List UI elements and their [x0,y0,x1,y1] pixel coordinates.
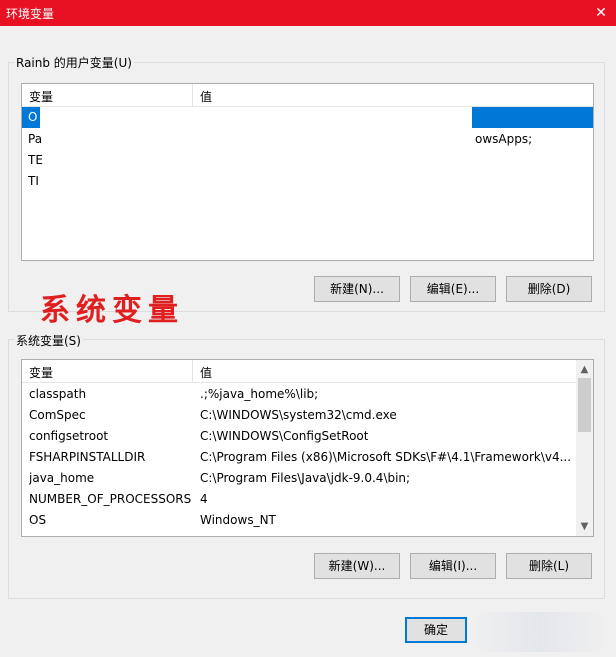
system-edit-button[interactable]: 编辑(I)... [410,553,496,579]
var-value: 4 [200,492,208,506]
system-vars-list[interactable]: 变量 值 classpath .;%java_home%\lib; ComSpe… [21,359,594,537]
title-bar: 环境变量 ✕ [0,0,616,26]
system-new-button[interactable]: 新建(W)... [314,553,400,579]
list-item[interactable]: Pa owsApps; [22,129,593,150]
redacted-region [40,107,472,128]
table-row[interactable]: ComSpec C:\WINDOWS\system32\cmd.exe [22,405,576,426]
var-name: TE [28,153,43,167]
table-row[interactable]: OS Windows_NT [22,510,576,531]
col-header-variable[interactable]: 变量 [29,88,53,105]
table-row[interactable]: NUMBER_OF_PROCESSORS 4 [22,489,576,510]
var-name: TI [28,174,39,188]
annotation-text: 系统变量 [40,293,184,328]
table-row[interactable]: classpath .;%java_home%\lib; [22,384,576,405]
var-name: NUMBER_OF_PROCESSORS [29,492,192,506]
window-title: 环境变量 [6,7,55,21]
scroll-thumb[interactable] [578,378,591,432]
table-row[interactable]: FSHARPINSTALLDIR C:\Program Files (x86)\… [22,447,576,468]
close-icon[interactable]: ✕ [590,2,612,24]
list-item[interactable]: TE [22,150,593,171]
var-name: java_home [29,471,95,485]
var-value: owsApps; [475,132,533,146]
var-value: .;%java_home%\lib; [200,387,319,401]
col-header-variable[interactable]: 变量 [29,364,53,381]
ok-button[interactable]: 确定 [405,617,467,643]
var-name: O [28,110,38,124]
var-value: C:\WINDOWS\system32\cmd.exe [200,408,397,422]
scroll-down-icon[interactable]: ▼ [576,521,593,532]
col-header-value[interactable]: 值 [200,88,212,105]
table-row[interactable]: java_home C:\Program Files\Java\jdk-9.0.… [22,468,576,489]
col-header-value[interactable]: 值 [200,364,212,381]
user-delete-button[interactable]: 删除(D) [506,276,592,302]
list-item[interactable]: TI [22,171,593,192]
user-vars-list[interactable]: 变量 值 O Pa owsApps; TE TI [21,83,594,261]
vertical-scrollbar[interactable]: ▲ ▼ [576,360,593,536]
var-name: FSHARPINSTALLDIR [29,450,146,464]
var-name: classpath [29,387,87,401]
var-value: Windows_NT [200,513,276,527]
var-name: ComSpec [29,408,86,422]
var-name: configsetroot [29,429,109,443]
user-vars-header: 变量 值 [22,84,593,107]
scroll-up-icon[interactable]: ▲ [576,364,593,375]
var-value: C:\Program Files (x86)\Microsoft SDKs\F#… [200,450,572,464]
system-delete-button[interactable]: 删除(L) [506,553,592,579]
user-vars-label: Rainb 的用户变量(U) [14,54,134,71]
user-new-button[interactable]: 新建(N)... [314,276,400,302]
table-row[interactable]: configsetroot C:\WINDOWS\ConfigSetRoot [22,426,576,447]
var-name: Pa [28,132,43,146]
system-vars-label: 系统变量(S) [14,332,83,349]
watermark-blur [470,612,610,652]
system-vars-header: 变量 值 [22,360,576,383]
user-edit-button[interactable]: 编辑(E)... [410,276,496,302]
var-value: C:\Program Files\Java\jdk-9.0.4\bin; [200,471,411,485]
var-name: OS [29,513,47,527]
var-value: C:\WINDOWS\ConfigSetRoot [200,429,369,443]
